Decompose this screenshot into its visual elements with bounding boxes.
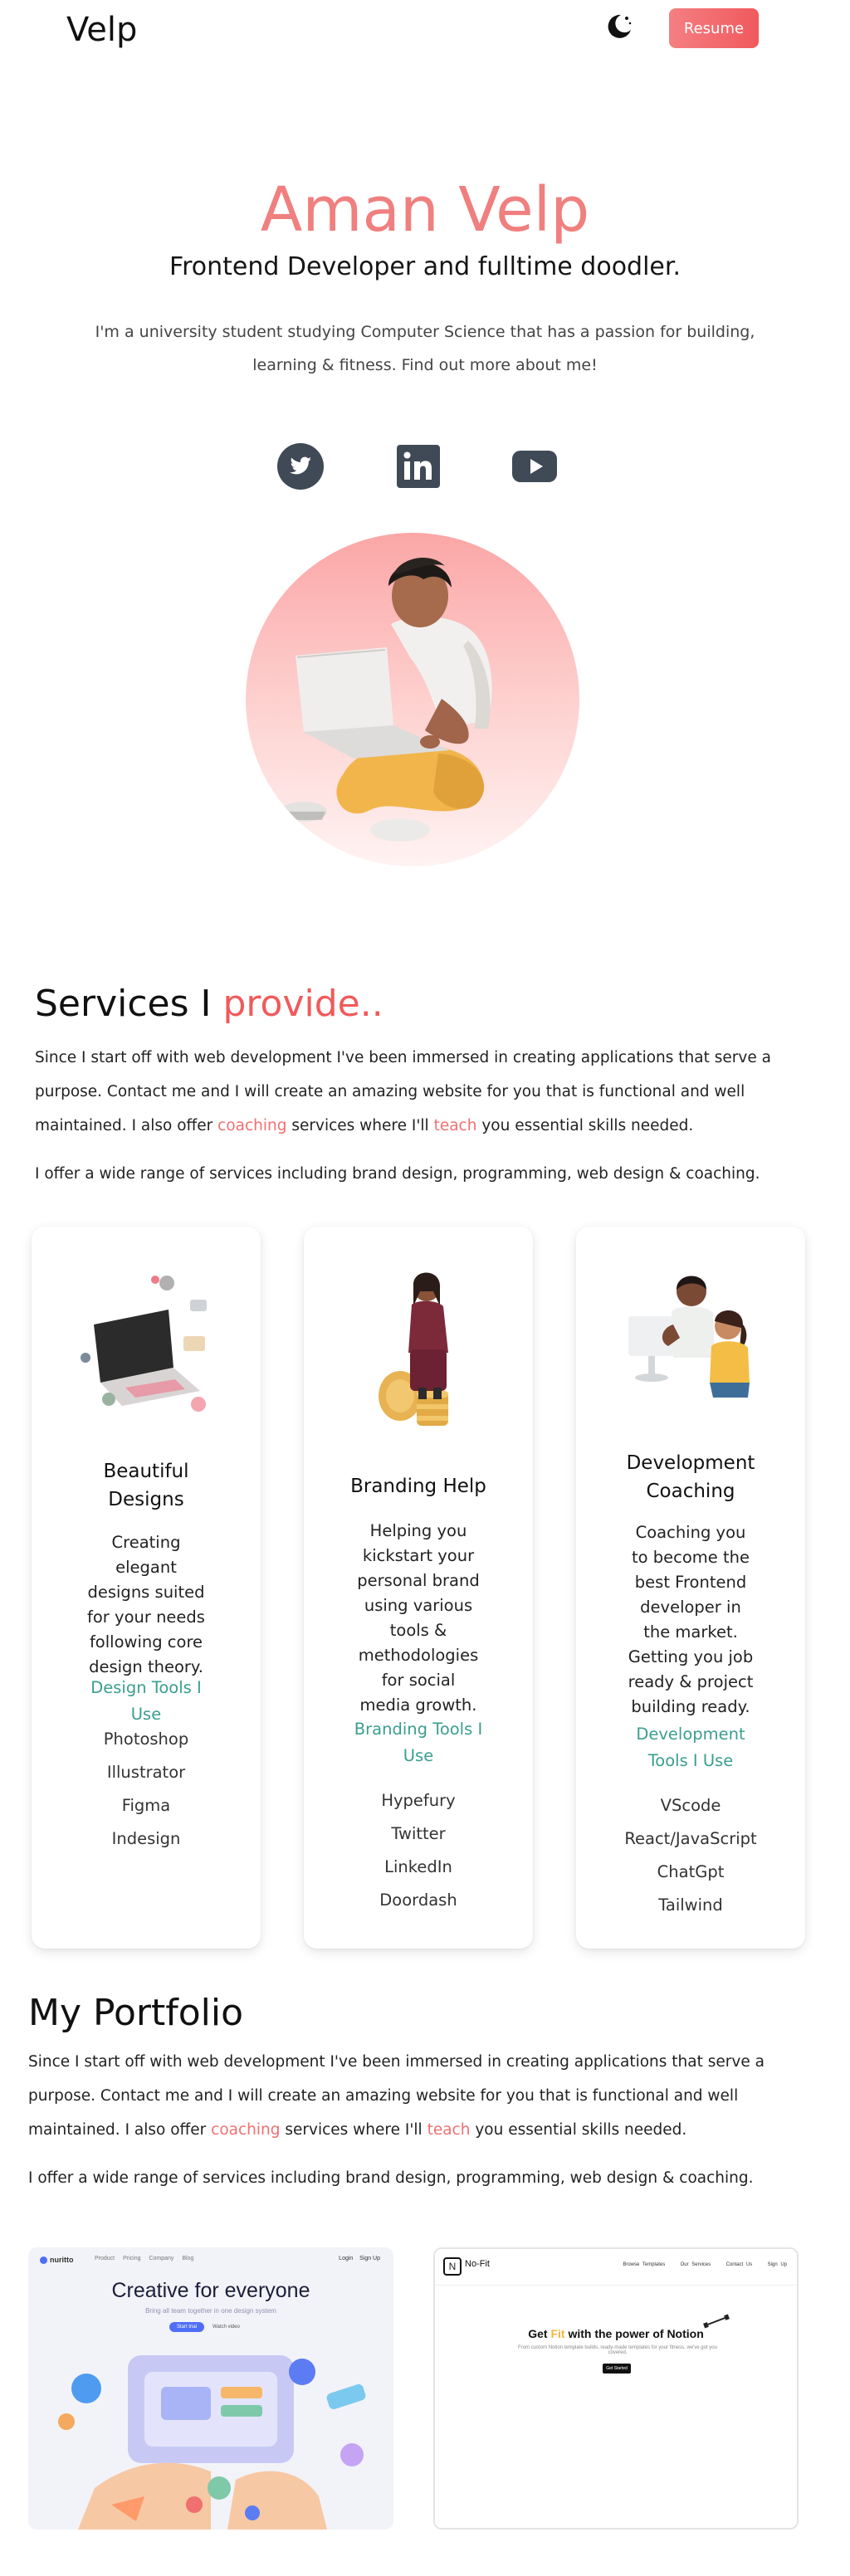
hero-role: Frontend Developer and fulltime doodler. [169,252,681,281]
branding-illustration [369,1266,468,1432]
card-title: Development Coaching [626,1452,755,1502]
services-summary: I offer a wide range of services includi… [35,1165,760,1183]
card-description: Helping you kickstart your personal bran… [357,1521,480,1715]
design-illustration [76,1266,217,1416]
service-card-coaching: Development Coaching Coaching you to bec… [576,1227,805,1949]
services-title-accent: provide.. [222,983,383,1025]
tool-item: Hypefury [381,1791,456,1810]
tool-item: ChatGpt [657,1862,725,1881]
card-tools-heading: Design Tools I Use [90,1678,202,1724]
project-hero-illustration [58,2355,366,2530]
project-nav-item: Pricing [123,2256,141,2261]
project-nav-item: Our Services [680,2262,711,2267]
youtube-icon[interactable] [511,443,558,490]
project-brand: No-Fit [465,2259,490,2269]
tools-list: Photoshop Illustrator Figma Indesign [32,1723,261,1856]
tool-item: VScode [660,1796,721,1815]
project-nav-item: Browse Templates [623,2262,666,2267]
moon-icon[interactable] [604,12,634,41]
site-logo[interactable]: Velp [66,8,137,51]
tool-item: Photoshop [103,1730,189,1749]
service-card-design: Beautiful Designs Creating elegant desig… [32,1227,261,1949]
project-secondary: Watch video [212,2325,240,2330]
card-tools-heading: Development Tools I Use [636,1725,745,1770]
card-description: Coaching you to become the best Frontend… [628,1523,754,1716]
card-description: Creating elegant designs suited for your… [87,1533,205,1676]
dumbbell-icon [703,2314,730,2329]
resume-button[interactable]: Resume [669,8,759,48]
project-headline: Get Fit with the power of Notion [435,2327,797,2340]
project-nav-item: Contact Us [725,2262,753,2267]
project-nav-item: Product [95,2256,115,2261]
hero-avatar-illustration [246,533,579,866]
project-headline-accent: Fit [550,2327,565,2340]
logo-icon [40,2256,47,2265]
tool-item: Figma [121,1796,171,1815]
tool-item: LinkedIn [384,1857,452,1876]
project-login: Login [339,2256,354,2261]
card-tools-heading: Branding Tools I Use [354,1720,483,1765]
portfolio-intro: Since I start off with web development I… [28,2045,825,2147]
project-cta: Start trial [169,2322,204,2332]
project-subline: Bring all team together in one design sy… [145,2307,276,2315]
project-headline: Creative for everyone [111,2279,310,2302]
portfolio-title: My Portfolio [28,1992,243,2034]
portfolio-intro-text: you essential skills needed. [470,2121,687,2139]
service-card-branding: Branding Help Helping you kickstart your… [304,1227,533,1949]
services-title: Services I provide.. [35,981,383,1027]
tool-item: Illustrator [106,1763,186,1782]
coaching-illustration [620,1266,761,1408]
project-thumbnail-nofit[interactable]: N No-Fit Browse Templates Our Services C… [433,2247,799,2530]
coaching-link[interactable]: coaching [211,2121,280,2139]
portfolio-summary: I offer a wide range of services includi… [28,2169,754,2187]
tools-list: VScode React/JavaScript ChatGpt Tailwind [576,1789,805,1922]
hero-name: Aman Velp [260,174,590,246]
project-thumbnail-nuritto[interactable]: nuritto Product Pricing Company Blog Log… [28,2247,393,2530]
linkedin-icon[interactable] [395,443,442,490]
hero-intro: I'm a university student studying Comput… [95,323,755,374]
project-nav-item: Company [149,2256,174,2261]
card-title: Branding Help [350,1476,486,1497]
project-brand: nuritto [50,2256,74,2264]
coaching-link[interactable]: coaching [217,1117,286,1134]
services-intro-text: you essential skills needed. [476,1117,694,1134]
project-cta: Get Started [603,2364,631,2374]
tool-item: Tailwind [658,1895,723,1915]
portfolio-intro-text: services where I'll [280,2121,427,2139]
services-intro: Since I start off with web development I… [35,1041,832,1143]
project-nav-item: Sign Up [767,2262,787,2267]
notion-icon: N [443,2257,462,2276]
top-nav: Velp Resume [0,0,850,60]
tool-item: Twitter [391,1824,446,1843]
tool-item: Indesign [111,1829,181,1848]
project-headline-text: with the power of Notion [564,2327,704,2340]
tools-list: Hypefury Twitter LinkedIn Doordash [304,1784,533,1917]
teach-link[interactable]: teach [434,1117,477,1134]
teach-link[interactable]: teach [427,2121,471,2139]
project-subline: From custom Notion template builds, read… [518,2345,717,2355]
tool-item: Doordash [379,1891,457,1910]
project-navbar: N No-Fit Browse Templates Our Services C… [435,2249,797,2286]
twitter-icon[interactable] [277,443,324,490]
project-signup: Sign Up [359,2256,380,2261]
services-title-plain: Services I [35,983,223,1025]
services-intro-text: services where I'll [286,1117,434,1134]
project-headline-text: Get [528,2327,551,2340]
project-nav-item: Blog [182,2256,194,2261]
tool-item: React/JavaScript [624,1829,757,1848]
card-title: Beautiful Designs [103,1461,189,1510]
